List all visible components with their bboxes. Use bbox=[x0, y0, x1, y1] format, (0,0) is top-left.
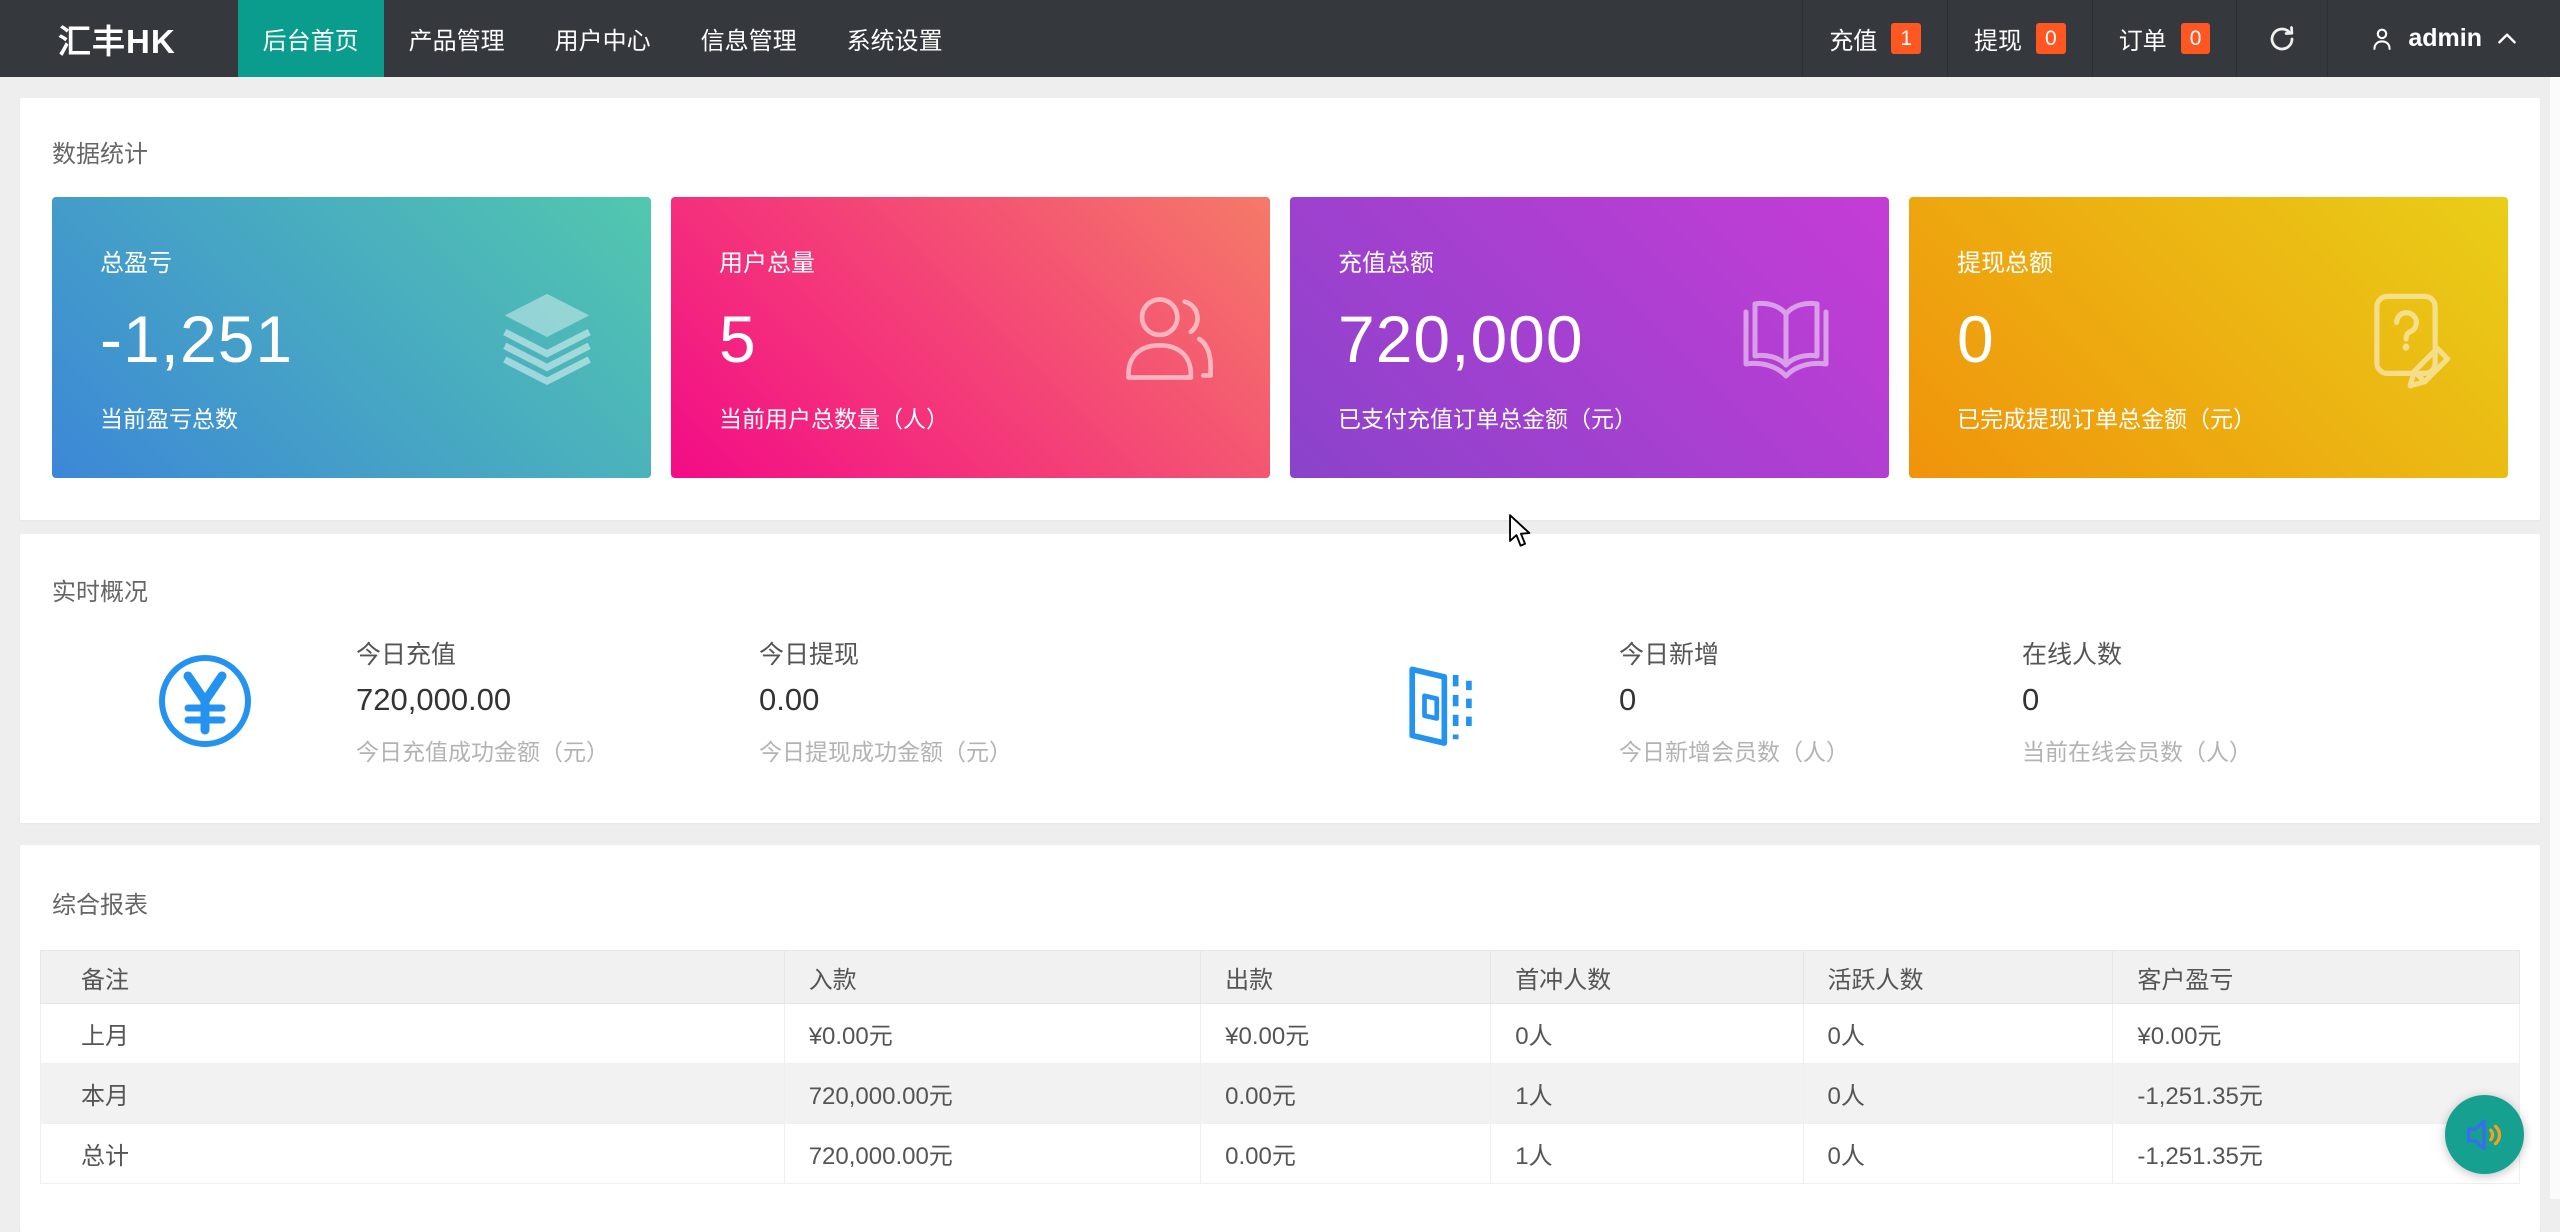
realtime-title: 实时概况 bbox=[52, 572, 2540, 607]
tab-products[interactable]: 产品管理 bbox=[384, 0, 530, 77]
app-logo: 汇丰HK bbox=[0, 0, 238, 77]
stat-today-new-members: 今日新增 0 今日新增会员数（人） bbox=[1619, 635, 2022, 767]
quick-orders-label: 订单 bbox=[2119, 21, 2167, 56]
stat-online-members: 在线人数 0 当前在线会员数（人） bbox=[2022, 635, 2252, 767]
stat-card-total-recharge: 充值总额 720,000 已支付充值订单总金额（元） bbox=[1290, 197, 1889, 478]
table-row-total: 总计 720,000.00元 0.00元 1人 0人 -1,251.35元 bbox=[41, 1124, 2520, 1184]
refresh-icon bbox=[2267, 24, 2297, 54]
report-title: 综合报表 bbox=[40, 885, 2520, 920]
main-menu: 后台首页 产品管理 用户中心 信息管理 系统设置 bbox=[238, 0, 968, 77]
card-label: 充值总额 bbox=[1338, 243, 1841, 278]
users-icon bbox=[1116, 286, 1220, 390]
tab-settings[interactable]: 系统设置 bbox=[822, 0, 968, 77]
realtime-panel: 实时概况 今日充值 720,000.00 今日充值成功金额（元） 今日提现 0.… bbox=[20, 534, 2540, 823]
recharge-count-badge: 1 bbox=[1891, 23, 1921, 54]
quick-recharge-label: 充值 bbox=[1829, 21, 1877, 56]
top-navbar: 汇丰HK 后台首页 产品管理 用户中心 信息管理 系统设置 充值 1 提现 0 … bbox=[0, 0, 2560, 77]
table-row-last-month: 上月 ¥0.00元 ¥0.00元 0人 0人 ¥0.00元 bbox=[41, 1004, 2520, 1064]
stat-today-withdraw: 今日提现 0.00 今日提现成功金额（元） bbox=[759, 635, 1399, 767]
quick-withdraw[interactable]: 提现 0 bbox=[1947, 0, 2092, 77]
report-table: 备注 入款 出款 首冲人数 活跃人数 客户盈亏 上月 ¥0.00元 ¥0.00元… bbox=[40, 950, 2520, 1184]
col-active-users: 活跃人数 bbox=[1803, 951, 2113, 1004]
realtime-row: 今日充值 720,000.00 今日充值成功金额（元） 今日提现 0.00 今日… bbox=[52, 635, 2540, 767]
table-header-row: 备注 入款 出款 首冲人数 活跃人数 客户盈亏 bbox=[41, 951, 2520, 1004]
col-customer-pl: 客户盈亏 bbox=[2113, 951, 2520, 1004]
col-payout: 出款 bbox=[1201, 951, 1491, 1004]
quick-withdraw-label: 提现 bbox=[1974, 21, 2022, 56]
card-desc: 已支付充值订单总金额（元） bbox=[1338, 400, 1841, 434]
username: admin bbox=[2408, 24, 2482, 53]
table-row-this-month: 本月 720,000.00元 0.00元 1人 0人 -1,251.35元 bbox=[41, 1064, 2520, 1124]
quick-orders[interactable]: 订单 0 bbox=[2092, 0, 2237, 77]
person-icon bbox=[2368, 25, 2396, 53]
orders-count-badge: 0 bbox=[2181, 23, 2211, 54]
sound-fab-button[interactable] bbox=[2445, 1095, 2524, 1174]
tab-dashboard[interactable]: 后台首页 bbox=[238, 0, 384, 77]
tab-users[interactable]: 用户中心 bbox=[530, 0, 676, 77]
card-label: 用户总量 bbox=[719, 243, 1222, 278]
card-desc: 已完成提现订单总金额（元） bbox=[1957, 400, 2460, 434]
stat-cards-row: 总盈亏 -1,251 当前盈亏总数 用户总量 5 当前用户总数量（人） 充值总额 bbox=[52, 197, 2508, 478]
building-icon bbox=[1399, 654, 1484, 749]
col-deposit: 入款 bbox=[784, 951, 1200, 1004]
tab-info[interactable]: 信息管理 bbox=[676, 0, 822, 77]
card-label: 提现总额 bbox=[1957, 243, 2460, 278]
stat-card-total-profit: 总盈亏 -1,251 当前盈亏总数 bbox=[52, 197, 651, 478]
admin-dashboard: { "navbar": { "logo": "汇丰HK", "menu": [ … bbox=[0, 0, 2560, 1199]
card-desc: 当前盈亏总数 bbox=[100, 400, 603, 434]
navbar-right: 充值 1 提现 0 订单 0 admin bbox=[1802, 0, 2560, 77]
col-first-recharge: 首冲人数 bbox=[1491, 951, 1803, 1004]
stat-today-recharge: 今日充值 720,000.00 今日充值成功金额（元） bbox=[356, 635, 759, 767]
data-stats-title: 数据统计 bbox=[52, 134, 2508, 169]
yen-circle-icon bbox=[155, 651, 255, 751]
layers-icon bbox=[493, 287, 601, 389]
mouse-cursor bbox=[1507, 514, 1533, 548]
user-menu[interactable]: admin bbox=[2327, 0, 2560, 77]
withdraw-count-badge: 0 bbox=[2036, 23, 2066, 54]
report-panel: 综合报表 备注 入款 出款 首冲人数 活跃人数 客户盈亏 上月 ¥0.00元 ¥… bbox=[20, 845, 2540, 1232]
chevron-up-icon bbox=[2494, 26, 2520, 52]
stat-card-total-users: 用户总量 5 当前用户总数量（人） bbox=[671, 197, 1270, 478]
refresh-button[interactable] bbox=[2236, 0, 2327, 77]
col-remark: 备注 bbox=[41, 951, 785, 1004]
vertical-scrollbar[interactable] bbox=[2550, 77, 2560, 1199]
document-question-icon bbox=[2354, 286, 2458, 390]
open-book-icon bbox=[1733, 288, 1839, 388]
data-stats-panel: 数据统计 总盈亏 -1,251 当前盈亏总数 用户总量 5 当前用户总数量（人） bbox=[20, 98, 2540, 520]
card-desc: 当前用户总数量（人） bbox=[719, 400, 1222, 434]
speaker-icon bbox=[2461, 1111, 2509, 1159]
stat-card-total-withdraw: 提现总额 0 已完成提现订单总金额（元） bbox=[1909, 197, 2508, 478]
card-label: 总盈亏 bbox=[100, 243, 603, 278]
quick-recharge[interactable]: 充值 1 bbox=[1802, 0, 1947, 77]
